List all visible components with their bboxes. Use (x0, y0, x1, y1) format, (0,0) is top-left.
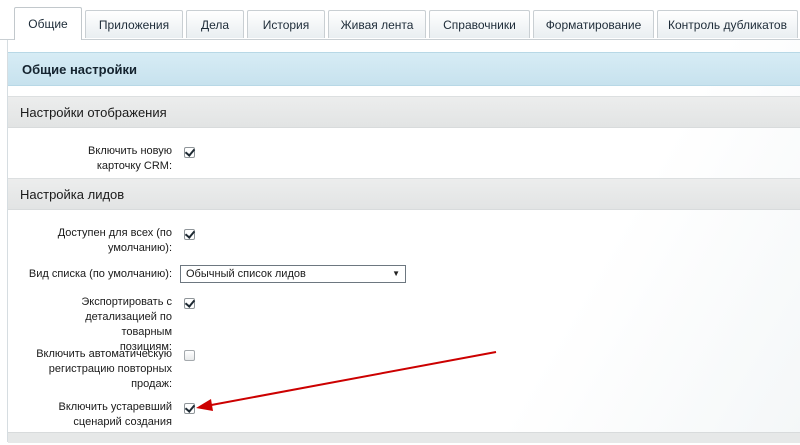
annotation-arrow-icon (196, 351, 497, 411)
tab-general[interactable]: Общие (14, 7, 82, 40)
